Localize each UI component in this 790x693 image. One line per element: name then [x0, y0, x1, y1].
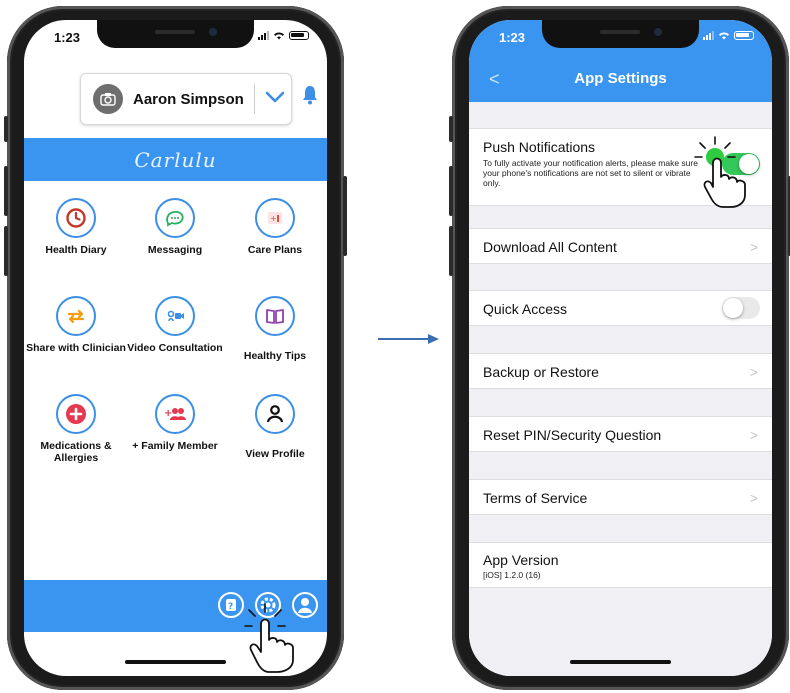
row-title: Quick Access — [483, 301, 568, 317]
tile-label: Messaging — [147, 244, 203, 256]
tile-family-member[interactable]: + + Family Member — [125, 394, 225, 452]
book-icon — [255, 296, 295, 336]
nav-bar: 1:23 < App Settings — [469, 20, 772, 102]
chat-icon — [155, 198, 195, 238]
camera-icon[interactable] — [93, 84, 123, 114]
tile-video-consultation[interactable]: Video Consultation — [125, 296, 225, 354]
settings-list: Push Notifications To fully activate you… — [469, 102, 772, 676]
chevron-right-icon: > — [749, 490, 758, 506]
row-title: Terms of Service — [483, 490, 588, 506]
user-selector[interactable]: Aaron Simpson — [80, 73, 292, 125]
tile-label: Medications & Allergies — [40, 440, 112, 464]
notch — [97, 20, 254, 48]
right-phone: 1:23 < App Settings Push Notifications T… — [449, 6, 790, 690]
home-screen: 1:23 Aaron Simpson Carlulu Health Diary … — [24, 20, 327, 676]
status-time: 1:23 — [54, 30, 81, 45]
status-time: 1:23 — [499, 30, 526, 45]
row-title: Download All Content — [483, 239, 617, 255]
home-indicator[interactable] — [570, 660, 671, 664]
chevron-right-icon: > — [749, 239, 758, 255]
volume-down-button — [449, 226, 453, 276]
row-backup-restore[interactable]: Backup or Restore > — [469, 353, 772, 389]
row-terms-of-service[interactable]: Terms of Service > — [469, 479, 772, 515]
tile-label: + Family Member — [132, 440, 218, 452]
status-icons — [258, 30, 309, 40]
profile-icon — [255, 394, 295, 434]
tile-label: Care Plans — [247, 244, 303, 256]
row-push-notifications[interactable]: Push Notifications To fully activate you… — [469, 128, 772, 208]
video-icon — [155, 296, 195, 336]
arrow-right-icon — [378, 334, 439, 344]
toggle-knob — [723, 298, 743, 318]
row-download-all-content[interactable]: Download All Content > — [469, 228, 772, 264]
svg-text:?: ? — [228, 602, 233, 612]
tile-label: Video Consultation — [127, 342, 223, 354]
brand-logo: Carlulu — [134, 147, 217, 172]
divider — [253, 84, 255, 114]
volume-down-button — [4, 226, 8, 276]
tile-messaging[interactable]: Messaging — [125, 198, 225, 256]
tile-medications-allergies[interactable]: Medications & Allergies — [26, 394, 126, 464]
notch — [542, 20, 699, 48]
brand-banner: Carlulu — [24, 138, 327, 181]
tap-hand-icon — [244, 603, 294, 673]
tile-share-clinician[interactable]: Share with Clinician — [26, 296, 126, 354]
home-indicator[interactable] — [125, 660, 226, 664]
app-version-value: [iOS] 1.2.0 (16) — [483, 570, 541, 580]
plus-circle-icon — [56, 394, 96, 434]
row-quick-access[interactable]: Quick Access — [469, 290, 772, 326]
care-plan-icon: + — [255, 198, 295, 238]
user-name: Aaron Simpson — [133, 90, 244, 108]
tile-view-profile[interactable]: View Profile — [225, 394, 325, 460]
row-title: Push Notifications — [483, 139, 596, 155]
row-reset-pin[interactable]: Reset PIN/Security Question > — [469, 416, 772, 452]
tap-hand-icon — [694, 136, 746, 208]
battery-icon — [289, 30, 309, 40]
chevron-down-icon[interactable] — [265, 90, 285, 109]
row-title: Reset PIN/Security Question — [483, 427, 662, 443]
signal-icon — [258, 30, 269, 40]
wifi-icon — [274, 31, 284, 39]
volume-up-button — [4, 166, 8, 216]
row-app-version: App Version [iOS] 1.2.0 (16) — [469, 542, 772, 588]
svg-text:+: + — [164, 408, 172, 419]
tile-healthy-tips[interactable]: Healthy Tips — [225, 296, 325, 362]
settings-screen: 1:23 < App Settings Push Notifications T… — [469, 20, 772, 676]
tile-label: Health Diary — [45, 244, 107, 256]
mute-switch — [449, 116, 453, 142]
bell-icon[interactable] — [302, 85, 318, 110]
family-icon: + — [155, 394, 195, 434]
volume-up-button — [449, 166, 453, 216]
page-title: App Settings — [574, 70, 667, 87]
tile-label: Share with Clinician — [26, 342, 126, 354]
tile-label: View Profile — [245, 448, 305, 460]
mute-switch — [4, 116, 8, 142]
signal-icon — [703, 30, 714, 40]
battery-icon — [734, 30, 754, 40]
chevron-right-icon: > — [749, 427, 758, 443]
left-phone: 1:23 Aaron Simpson Carlulu Health Diary … — [4, 6, 347, 690]
svg-text:+: + — [270, 214, 277, 223]
power-button — [343, 176, 347, 256]
row-title: Backup or Restore — [483, 364, 599, 380]
tile-label: Healthy Tips — [243, 350, 307, 362]
wifi-icon — [719, 31, 729, 39]
chevron-right-icon: > — [749, 364, 758, 380]
status-icons — [703, 30, 754, 40]
row-subtitle: To fully activate your notification aler… — [483, 158, 698, 188]
share-arrows-icon — [56, 296, 96, 336]
row-title: App Version — [483, 552, 559, 568]
tile-care-plans[interactable]: + Care Plans — [225, 198, 325, 256]
quick-access-toggle[interactable] — [722, 297, 760, 319]
clock-icon — [56, 198, 96, 238]
tile-health-diary[interactable]: Health Diary — [26, 198, 126, 256]
